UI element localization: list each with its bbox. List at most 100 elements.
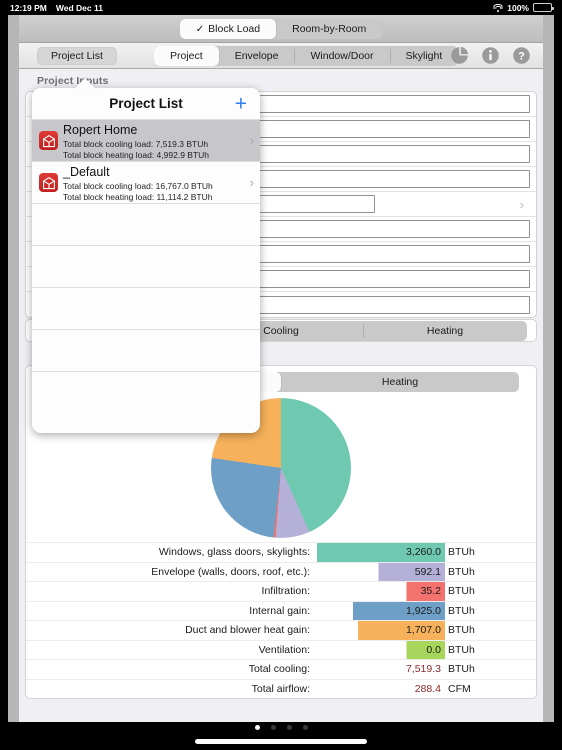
popover-arrow [74,78,96,89]
breakdown-row: Windows, glass doors, skylights: 3,260.0 B… [26,542,536,562]
popover-item-cooling: Total block cooling load: 16,767.0 BTUh [63,180,213,191]
breakdown-row: Envelope (walls, doors, roof, etc.): 592.… [26,561,536,581]
page-dot[interactable] [270,724,276,730]
breakdown-value-bar: 1,707.0 [317,621,445,640]
mode-segmented-control[interactable]: ✓ Block Load Room-by-Room [179,18,383,39]
mode-option-block-load[interactable]: ✓ Block Load [179,18,277,39]
status-bar-left: 12:19 PM Wed Dec 11 [0,3,103,13]
load-type-heating[interactable]: Heating [363,321,527,341]
popover-empty-row [32,329,260,371]
breakdown-value-bar: 0.0 [317,640,445,659]
popover-header: Project List + [32,88,260,119]
breakdown-row: Ventilation: 0.0 BTUh [26,639,536,659]
breakdown-unit: BTUh [448,546,475,558]
breakdown-total-unit: CFM [448,682,471,695]
add-project-button[interactable]: + [235,93,247,114]
info-icon[interactable] [481,46,500,65]
battery-percent: 100% [507,2,529,13]
popover-empty-row [32,287,260,329]
popover-item-name: _Default [63,164,110,179]
breakdown-value: 0.0 [426,643,441,656]
breakdown-unit: BTUh [448,585,475,597]
breakdown-unit: BTUh [448,643,475,656]
pie-chart-icon[interactable] [450,46,469,65]
status-time: 12:19 PM [10,2,47,13]
breakdown-label: Infiltration: [261,585,310,597]
mode-option-room-by-room[interactable]: Room-by-Room [276,19,382,39]
breakdown-unit: BTUh [448,604,475,617]
section-segmented-control[interactable]: Project Envelope Window/Door Skylight [154,45,459,66]
breakdown-label: Internal gain: [249,604,310,617]
project-list-popover: Project List + Ropert Home Total block co… [32,88,260,433]
status-bar-right: 100% [493,3,562,13]
tab-toolbar: Project List Project Envelope Window/Doo… [19,43,543,69]
page-dot[interactable] [254,724,260,730]
popover-item-heating: Total block heating load: 11,114.2 BTUh [63,191,213,202]
breakdown-rows: Windows, glass doors, skylights: 3,260.0 B… [26,542,536,698]
breakdown-total-label: Total cooling: [248,663,310,675]
page-dots [0,722,562,732]
breakdown-total-value: 7,519.3 [405,663,441,676]
popover-list-item[interactable]: Ropert Home Total block cooling load: 7,5… [32,119,260,161]
popover-item-heating: Total block heating load: 4,992.9 BTUh [63,149,210,160]
breakdown-value-bar: 3,260.0 [317,543,445,562]
status-bar: 12:19 PM Wed Dec 11 100% [0,0,562,15]
popover-item-cooling: Total block cooling load: 7,519.3 BTUh [63,138,209,149]
breakdown-label: Duct and blower heat gain: [185,624,310,636]
svg-text:?: ? [518,51,525,63]
breakdown-label: Windows, glass doors, skylights: [158,546,310,558]
tab-envelope[interactable]: Envelope [219,46,295,66]
section-tabs: Project Envelope Window/Door Skylight [154,45,459,66]
popover-item-text: _Default Total block cooling load: 16,767… [63,163,246,203]
house-icon [39,131,58,150]
tab-skylight[interactable]: Skylight [389,46,459,66]
house-icon [39,173,58,192]
mode-option-block-load-label: Block Load [208,22,261,35]
breakdown-option-heating[interactable]: Heating [281,372,519,392]
breakdown-row: Duct and blower heat gain: 1,707.0 BTUh [26,620,536,640]
page-dot[interactable] [286,724,292,730]
popover-item-text: Ropert Home Total block cooling load: 7,5… [63,121,246,161]
breakdown-total-unit: BTUh [448,663,475,675]
breakdown-value-bar: 592.1 [317,562,445,581]
help-icon[interactable]: ? [512,46,531,65]
breakdown-value: 1,707.0 [405,624,441,637]
screen: 12:19 PM Wed Dec 11 100% ✓ Block Load Roo… [0,0,562,750]
breakdown-row: Infiltration: 35.2 BTUh [26,581,536,601]
toolbar-icons: ? [450,46,531,65]
breakdown-label: Ventilation: [258,643,310,656]
chevron-right-icon[interactable]: › [246,175,254,190]
popover-list-item[interactable]: _Default Total block cooling load: 16,767… [32,161,260,203]
popover-empty-row [32,245,260,287]
tab-project-list[interactable]: Project List [37,46,117,65]
home-indicator[interactable] [195,739,367,744]
breakdown-total-row: Total cooling: 7,519.3 BTUh [26,659,536,679]
breakdown-value-bar: 1,925.0 [317,601,445,620]
breakdown-value: 3,260.0 [405,546,441,559]
breakdown-value-bar: 35.2 [317,582,445,601]
app-window: ✓ Block Load Room-by-Room Project List Pr… [19,15,543,722]
breakdown-value: 592.1 [414,565,441,578]
check-icon: ✓ [195,23,205,35]
page-dot[interactable] [302,724,308,730]
breakdown-total-label: Total airflow: [251,682,310,695]
chevron-right-icon[interactable]: › [514,197,530,212]
mode-toolbar: ✓ Block Load Room-by-Room [19,15,543,43]
popover-empty-row [32,371,260,413]
battery-icon [533,3,554,12]
breakdown-unit: BTUh [448,565,475,578]
chevron-right-icon[interactable]: › [246,133,254,148]
status-date: Wed Dec 11 [55,2,103,13]
tab-project[interactable]: Project [154,45,219,66]
popover-item-name: Ropert Home [63,122,138,137]
breakdown-row: Internal gain: 1,925.0 BTUh [26,600,536,620]
breakdown-value: 1,925.0 [405,604,441,617]
tab-window-door[interactable]: Window/Door [294,46,389,66]
breakdown-value: 35.2 [420,585,441,598]
breakdown-label: Envelope (walls, doors, roof, etc.): [151,565,310,578]
popover-list: Ropert Home Total block cooling load: 7,5… [32,119,260,413]
device-bezel: ✓ Block Load Room-by-Room Project List Pr… [8,15,554,722]
breakdown-total-value: 288.4 [414,682,441,695]
popover-title: Project List [109,96,183,111]
breakdown-unit: BTUh [448,624,475,636]
